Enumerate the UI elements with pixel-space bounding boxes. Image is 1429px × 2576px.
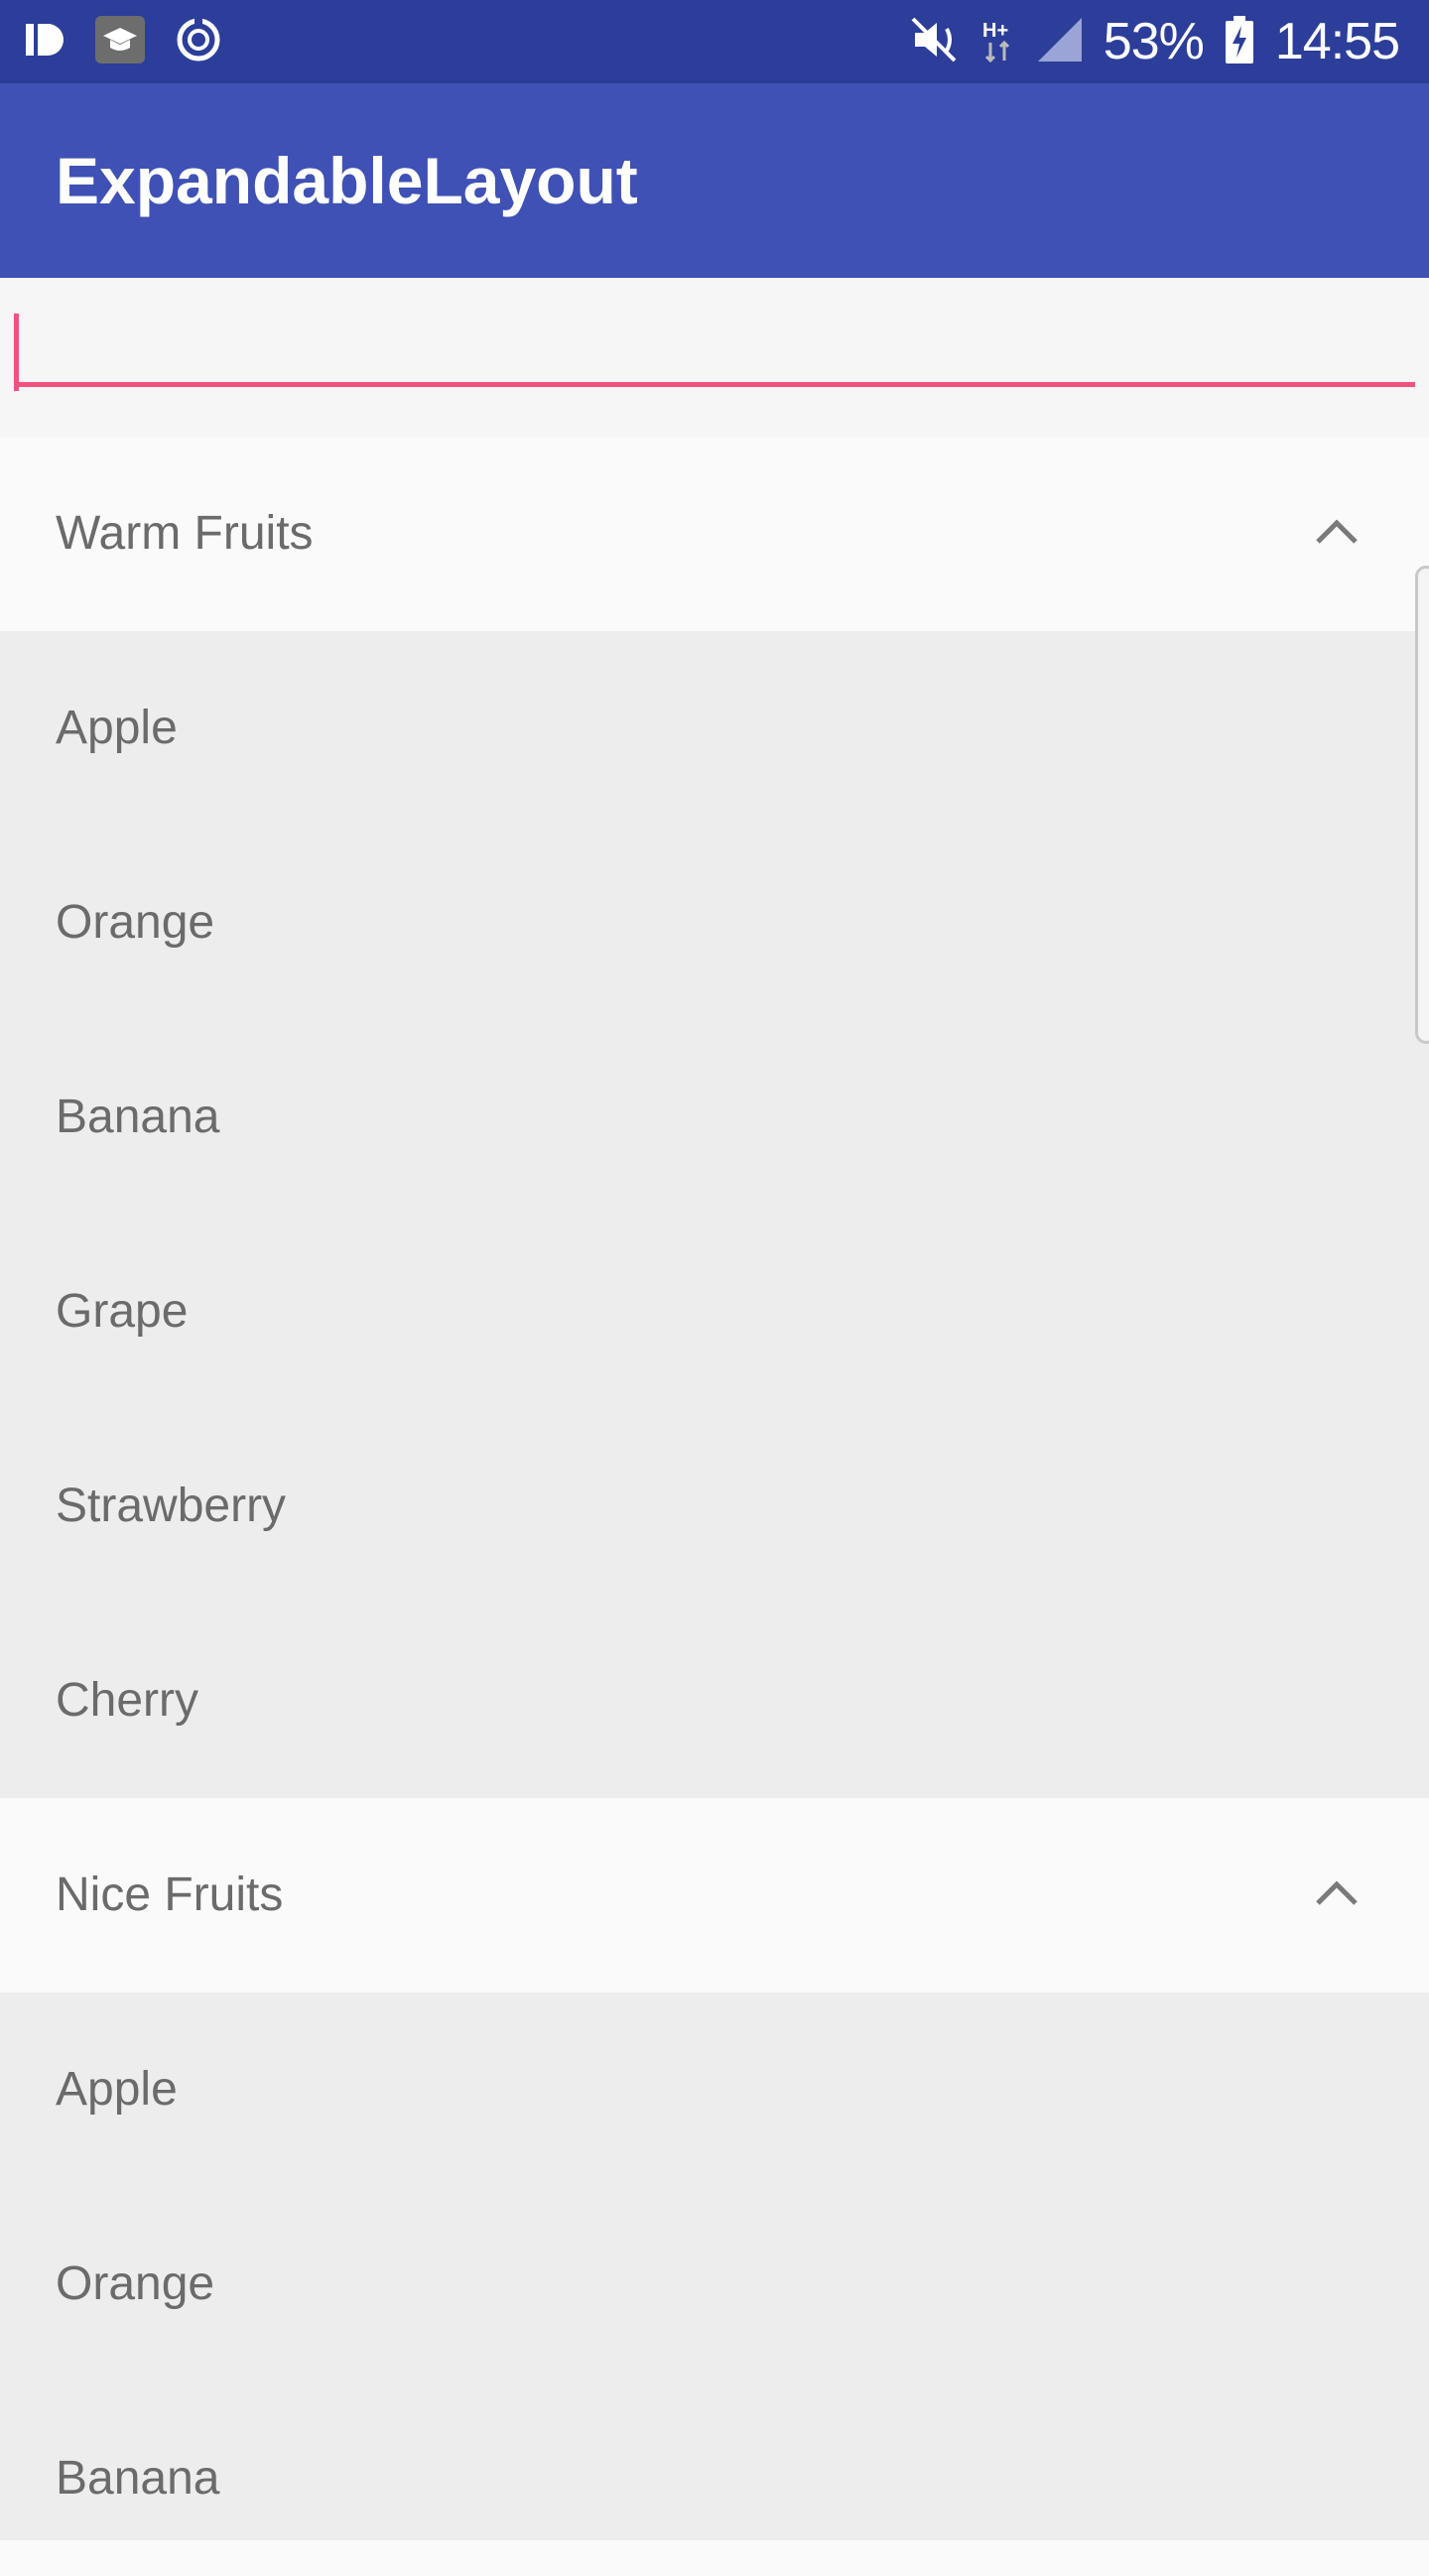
list-item[interactable]: Orange: [0, 826, 1429, 1020]
signal-icon: [1037, 17, 1082, 66]
graduation-cap-icon: [95, 15, 145, 68]
edge-panel-handle[interactable]: [1415, 566, 1429, 1044]
battery-percent: 53%: [1103, 13, 1205, 70]
status-time: 14:55: [1274, 13, 1400, 70]
section-body-warm-fruits: Apple Orange Banana Grape Strawberry Che…: [0, 631, 1429, 1798]
list-item[interactable]: Cherry: [0, 1604, 1429, 1798]
list-item[interactable]: Strawberry: [0, 1409, 1429, 1604]
list-item[interactable]: Apple: [0, 1993, 1429, 2187]
app-bar: ExpandableLayout: [0, 83, 1429, 278]
status-bar: H+ 53% 14:55: [0, 0, 1429, 83]
id-icon: [26, 22, 65, 63]
list-item[interactable]: Grape: [0, 1215, 1429, 1409]
svg-text:H+: H+: [982, 20, 1008, 42]
section-header-nice-fruits[interactable]: Nice Fruits: [0, 1798, 1429, 1993]
network-h-plus-icon: H+: [982, 17, 1016, 67]
section-title: Warm Fruits: [56, 507, 314, 560]
status-bar-right: H+ 53% 14:55: [911, 13, 1400, 70]
section-title: Nice Fruits: [56, 1868, 284, 1921]
text-cursor: [14, 314, 19, 391]
list-item[interactable]: Banana: [0, 1020, 1429, 1215]
battery-charging-icon: [1225, 15, 1253, 68]
search-input[interactable]: [14, 312, 1415, 387]
section-header-warm-fruits[interactable]: Warm Fruits: [0, 437, 1429, 631]
sync-icon: [175, 15, 222, 68]
mute-vibrate-icon: [911, 17, 961, 67]
section-body-nice-fruits: Apple Orange Banana: [0, 1993, 1429, 2540]
chevron-up-icon[interactable]: [1314, 510, 1360, 556]
search-area: [0, 278, 1429, 437]
list-item[interactable]: Orange: [0, 2187, 1429, 2382]
list-item[interactable]: Banana: [0, 2382, 1429, 2576]
app-title: ExpandableLayout: [56, 144, 638, 217]
list-item[interactable]: Apple: [0, 631, 1429, 826]
chevron-up-icon[interactable]: [1314, 1871, 1360, 1917]
status-bar-left: [26, 14, 222, 69]
